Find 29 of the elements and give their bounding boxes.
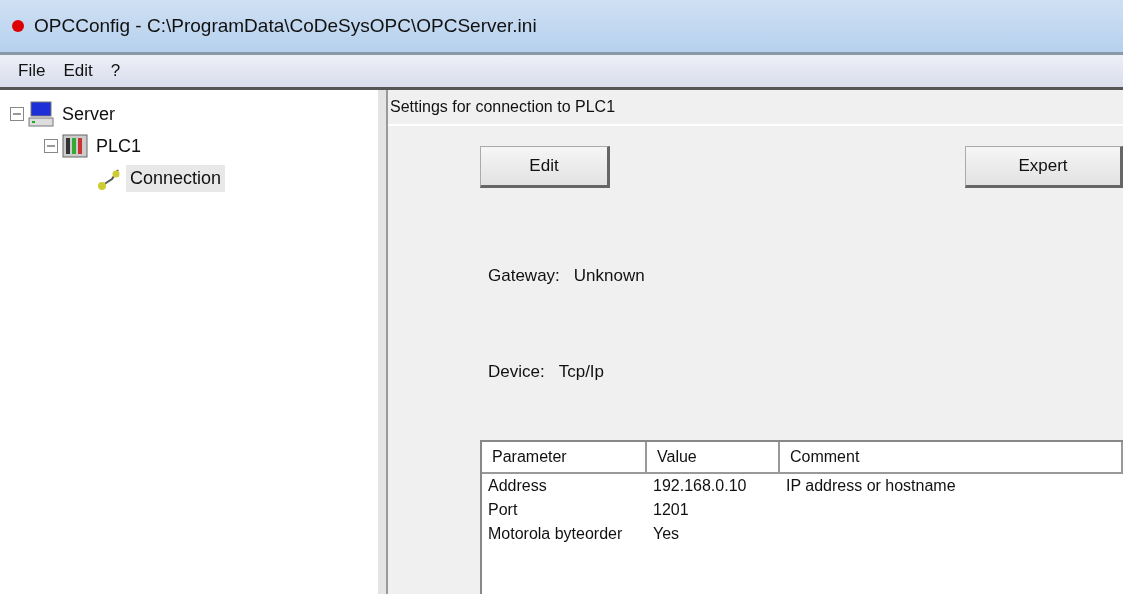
table-cell-text: 192.168.0.10 — [652, 476, 748, 496]
table-cell-text: IP address or hostname — [785, 476, 957, 496]
table-cell-text: Yes — [652, 524, 681, 544]
table-cell-text: Motorola byteorder — [487, 524, 624, 544]
expert-button[interactable]: Expert — [965, 146, 1123, 188]
tree-item[interactable]: PLC1 — [92, 132, 146, 160]
field-label: Device: — [488, 362, 545, 382]
menu-item[interactable]: Edit — [57, 59, 99, 83]
field-label: Gateway: — [488, 266, 560, 286]
column-header[interactable]: Value — [647, 442, 780, 474]
field-value: Unknown — [573, 266, 645, 286]
edit-button[interactable]: Edit — [480, 146, 610, 188]
rack-icon — [62, 133, 88, 159]
menu-item[interactable]: File — [12, 59, 52, 83]
field-value: Tcp/Ip — [558, 362, 605, 382]
window-title: OPCConfig - C:\ProgramData\CoDeSysOPC\OPCServer.ini — [34, 15, 537, 37]
tree-item[interactable]: Server — [58, 100, 119, 128]
table-cell-text: Address — [487, 476, 548, 496]
column-header[interactable]: Comment — [780, 442, 1123, 474]
computer-icon — [28, 101, 54, 127]
expander-icon[interactable] — [44, 139, 58, 153]
app-icon — [10, 18, 26, 34]
table-cell-text: 1201 — [652, 500, 690, 520]
tree-item[interactable]: Connection — [126, 164, 226, 192]
menu-item[interactable]: ? — [104, 59, 127, 83]
expander-icon[interactable] — [10, 107, 24, 121]
table-cell-text: Port — [487, 500, 519, 520]
panel-title: Settings for connection to PLC1 — [390, 98, 616, 116]
column-header[interactable]: Parameter — [482, 442, 647, 474]
